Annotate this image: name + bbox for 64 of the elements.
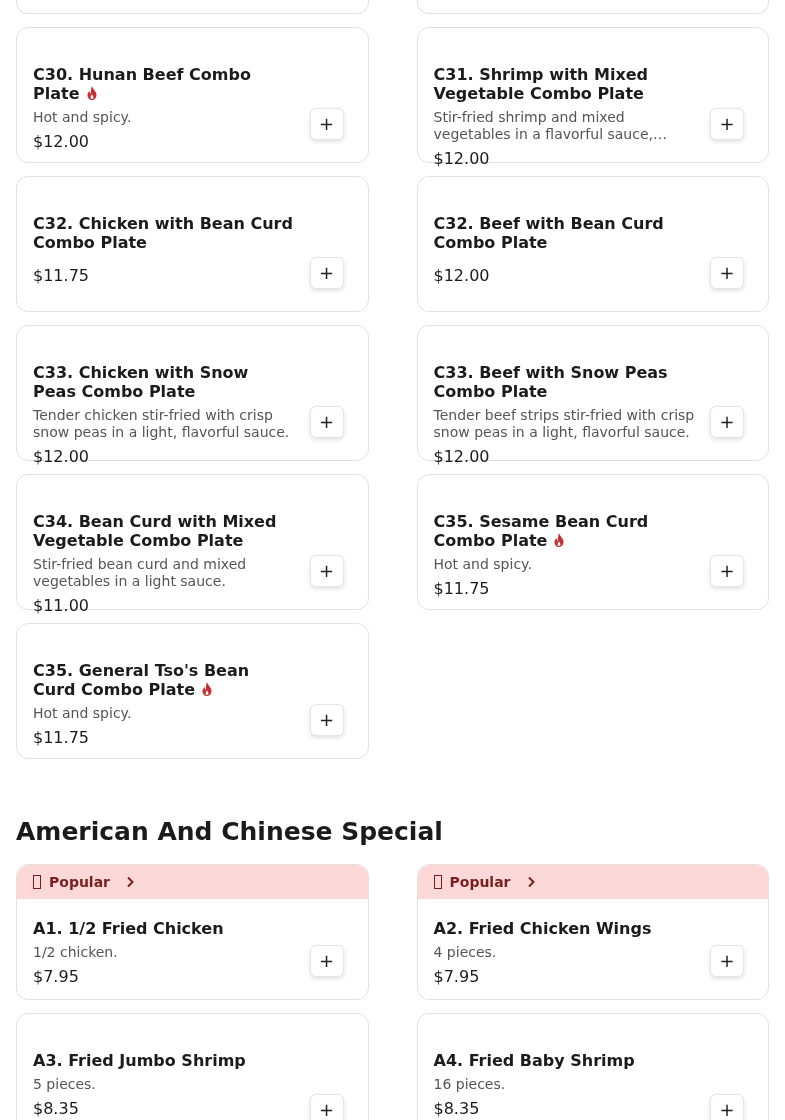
dish-description: 16 pieces.	[433, 1076, 507, 1093]
add-button[interactable]: +	[309, 108, 344, 140]
dish-description: 5 pieces.	[33, 1076, 97, 1093]
dish-description: Stir-fried bean curd and mixed vegetables in a light sauce.	[33, 556, 248, 590]
add-button[interactable]: +	[710, 945, 744, 977]
menu-item-card[interactable]: C35. General Tso's Bean Curd Combo Plate Hot and spicy. $11.75 +	[16, 623, 369, 759]
add-button[interactable]: +	[309, 257, 344, 289]
chevron-right-icon	[126, 876, 135, 888]
dish-description: 4 pieces.	[433, 944, 498, 961]
dish-name: A2. Fried Chicken Wings	[433, 919, 653, 938]
menu-item-card[interactable]: A3. Fried Jumbo Shrimp 5 pieces. $8.35 +	[16, 1013, 369, 1120]
dish-name: C32. Chicken with Bean Curd Combo Plate	[33, 214, 294, 252]
dish-price: $11.75	[33, 266, 90, 286]
dish-name: A3. Fried Jumbo Shrimp	[33, 1051, 247, 1070]
dish-name: A1. 1/2 Fried Chicken	[33, 919, 225, 938]
add-button[interactable]: +	[710, 257, 744, 289]
dish-description: Hot and spicy.	[433, 556, 533, 573]
dish-name: C32. Beef with Bean Curd Combo Plate	[433, 214, 665, 252]
dish-description: Hot and spicy.	[33, 705, 133, 722]
dish-description: Stir-fried shrimp and mixed vegetables in a flavorful sauce,…	[433, 109, 668, 143]
dish-price: $7.95	[33, 967, 80, 987]
popular-banner[interactable]: Popular	[417, 865, 768, 899]
dish-price: $12.00	[33, 132, 90, 152]
menu-item-card[interactable]: C30. Hunan Beef Combo Plate Hot and spicy. $12.00 +	[16, 27, 369, 163]
dish-name: C35. General Tso's Bean Curd Combo Plate	[33, 661, 251, 699]
dish-name: C33. Beef with Snow Peas Combo Plate	[433, 363, 669, 401]
menu-item-card[interactable]: C32. Beef with Bean Curd Combo Plate $12.00 +	[416, 176, 769, 312]
badge-label: Popular	[49, 872, 111, 892]
dish-name: C34. Bean Curd with Mixed Vegetable Combo Plate	[33, 512, 278, 550]
add-button[interactable]: +	[710, 1094, 744, 1120]
menu-item-card[interactable]: C35. Sesame Bean Curd Combo Plate Hot and spicy. $11.75 +	[416, 474, 769, 610]
badge-label: Popular	[449, 872, 511, 892]
dish-name: A4. Fried Baby Shrimp	[433, 1051, 636, 1070]
section-heading: American And Chinese Special	[16, 817, 444, 847]
box-icon	[433, 875, 442, 889]
dish-description: Hot and spicy.	[33, 109, 133, 126]
dish-description: Tender chicken stir-fried with crisp snow peas in a light, flavorful sauce.	[33, 407, 291, 441]
dish-description: 1/2 chicken.	[33, 944, 119, 961]
menu-item-card[interactable]: C32. Chicken with Bean Curd Combo Plate $11.75 +	[16, 176, 369, 312]
chevron-right-icon	[526, 876, 535, 888]
dish-price: $8.35	[433, 1099, 481, 1119]
menu-item-card[interactable]: Popular A1. 1/2 Fried Chicken 1/2 chicken. $7.95 +	[16, 864, 369, 1000]
dish-description: Tender beef strips stir-fried with crisp snow peas in a light, flavorful sauce.	[433, 407, 696, 441]
dish-name: C35. Sesame Bean Curd Combo Plate	[433, 512, 650, 550]
dish-name: C30. Hunan Beef Combo Plate	[33, 65, 252, 103]
dish-price: $8.35	[33, 1099, 80, 1119]
menu-item-card[interactable]: A4. Fried Baby Shrimp 16 pieces. $8.35 +	[416, 1013, 769, 1120]
dish-name: C31. Shrimp with Mixed Vegetable Combo Plate	[433, 65, 650, 103]
add-button[interactable]: +	[710, 555, 744, 587]
add-button[interactable]: +	[309, 406, 344, 438]
add-button[interactable]: +	[710, 406, 744, 438]
add-button[interactable]: +	[309, 945, 344, 977]
add-button[interactable]: +	[309, 555, 344, 587]
add-button[interactable]: +	[309, 1094, 344, 1120]
popular-banner[interactable]: Popular	[17, 865, 368, 899]
dish-price: $7.95	[433, 967, 481, 987]
box-icon	[33, 875, 41, 889]
dish-price: $11.75	[433, 579, 491, 599]
dish-price: $11.75	[33, 728, 90, 748]
dish-price: $12.00	[433, 266, 491, 286]
add-button[interactable]: +	[309, 704, 344, 736]
menu-item-card[interactable]: Popular A2. Fried Chicken Wings 4 pieces. $7.95 +	[416, 864, 769, 1000]
dish-name: C33. Chicken with Snow Peas Combo Plate	[33, 363, 250, 401]
add-button[interactable]: +	[710, 108, 744, 140]
